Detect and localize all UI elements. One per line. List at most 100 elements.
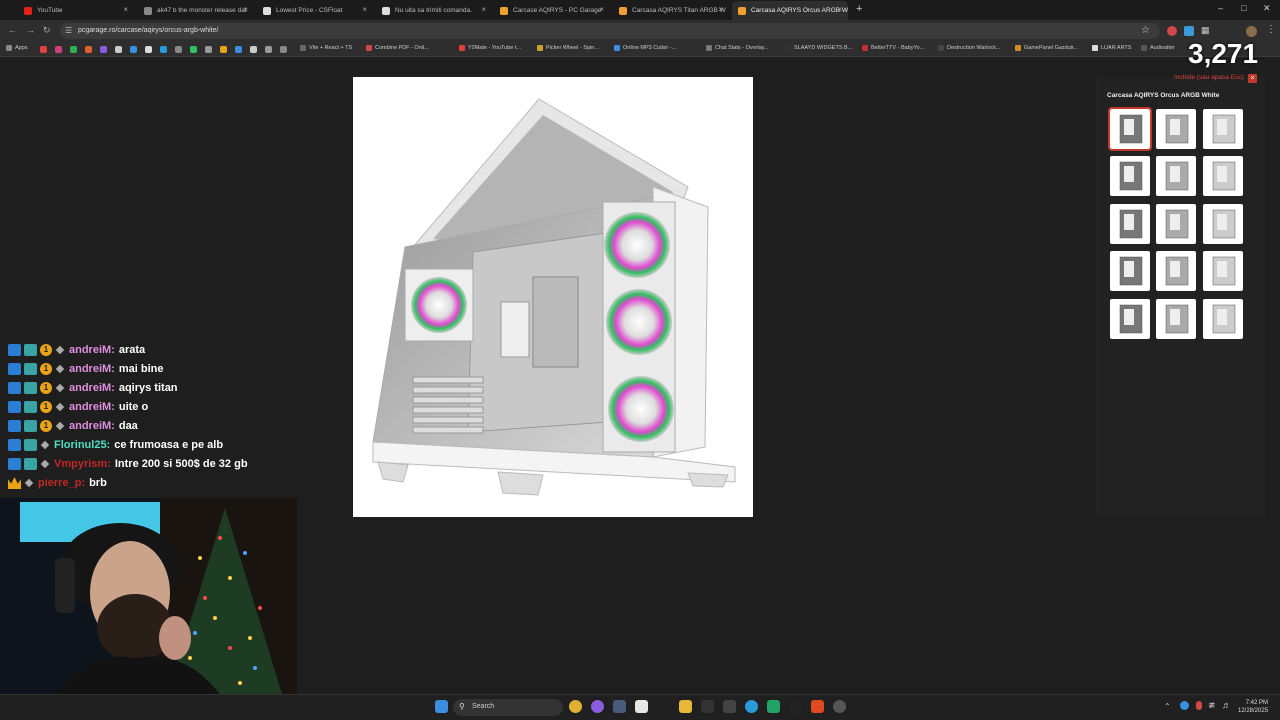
gallery-thumbnail[interactable] [1203,251,1243,291]
bookmark-icon[interactable] [250,46,257,53]
bookmark-icon[interactable] [70,46,77,53]
bookmark-item[interactable]: Apps [6,45,28,51]
address-bar[interactable] [60,23,1160,39]
edge-icon[interactable] [745,700,758,713]
tab-close-icon[interactable]: × [123,5,128,14]
gallery-thumbnail[interactable] [1156,156,1196,196]
gallery-thumbnail[interactable] [1156,251,1196,291]
bookmark-icon[interactable] [280,46,287,53]
gallery-thumbnail[interactable] [1156,109,1196,149]
bookmark-item[interactable]: Online MP3 Cutter -... [614,45,676,51]
browser-tab[interactable]: ak47 b the monster release dat × [138,1,254,20]
gallery-thumbnail[interactable] [1110,251,1150,291]
bookmark-icon[interactable] [160,46,167,53]
bookmark-icon[interactable] [205,46,212,53]
gallery-thumbnail[interactable] [1203,299,1243,339]
bookmark-icon[interactable] [55,46,62,53]
browser-tab[interactable]: Lowest Price - CSFloat × [257,1,373,20]
app-icon[interactable] [789,700,802,713]
gallery-thumbnail[interactable] [1108,107,1152,151]
bookmark-icon[interactable] [85,46,92,53]
extension-icon[interactable] [1184,26,1194,36]
reload-icon[interactable]: ↻ [43,25,51,36]
close-window-icon[interactable]: ✕ [1263,3,1271,14]
browser-tab[interactable]: Carcasa AQIRYS Titan ARGB W × [613,1,729,20]
forward-icon[interactable]: → [26,25,35,35]
volume-icon[interactable]: ♬ [1222,700,1231,710]
minimize-icon[interactable]: – [1218,3,1223,13]
gallery-thumbnail[interactable] [1110,299,1150,339]
bookmark-icon[interactable] [130,46,137,53]
system-clock[interactable]: 7:42 PM 12/28/2025 [1238,699,1268,715]
site-info-icon[interactable]: ☰ [65,26,72,35]
extension-icon[interactable] [1167,26,1177,36]
bookmark-icon[interactable] [145,46,152,53]
steam-icon[interactable] [613,700,626,713]
bookmark-item[interactable]: Chat Stats - Overlay... [706,45,769,51]
tab-close-icon[interactable]: × [243,5,248,14]
extensions-puzzle-icon[interactable]: ▦ [1201,25,1210,36]
maximize-icon[interactable]: □ [1241,3,1246,13]
bookmark-item[interactable]: Audioalter [1141,45,1175,51]
browser-tab[interactable]: Carcasa AQIRYS Orcus ARGB W × [732,1,848,20]
app-icon[interactable] [635,700,648,713]
app-icon[interactable] [723,700,736,713]
bookmark-icon[interactable] [115,46,122,53]
tab-close-icon[interactable]: × [718,5,723,14]
start-button-icon[interactable] [435,700,448,713]
tab-close-icon[interactable]: × [837,5,842,14]
file-explorer-icon[interactable] [679,700,692,713]
bookmark-icon[interactable] [175,46,182,53]
tab-close-icon[interactable]: × [599,5,604,14]
close-gallery-button[interactable]: × [1248,74,1257,83]
bookmark-item[interactable]: Y2Mate - YouTube t... [459,45,521,51]
network-icon[interactable] [1180,701,1189,710]
gallery-thumbnail[interactable] [1156,204,1196,244]
app-icon[interactable] [701,700,714,713]
bookmark-item[interactable]: Picker Wheel - Spin... [537,45,599,51]
menu-icon[interactable]: ⋮ [1266,24,1276,35]
excel-icon[interactable] [767,700,780,713]
bookmark-icon[interactable] [190,46,197,53]
bookmark-item[interactable]: Destruction Warlock... [938,45,1001,51]
tab-close-icon[interactable]: × [481,5,486,14]
chrome-icon[interactable] [569,700,582,713]
back-icon[interactable]: ← [8,25,17,35]
gallery-thumbnail[interactable] [1110,204,1150,244]
close-hint-text[interactable]: Inchide (sau apasa Esc) [1174,74,1244,81]
new-tab-button[interactable]: + [856,3,862,15]
mic-icon[interactable] [1196,701,1202,710]
discord-icon[interactable] [591,700,604,713]
gallery-thumbnail[interactable] [1110,156,1150,196]
tray-chevron-icon[interactable]: ⌃ [1164,702,1171,711]
obs-icon[interactable] [833,700,846,713]
bookmark-item[interactable]: SLAAYD WIDGETS B... [785,45,852,51]
brave-icon[interactable] [811,700,824,713]
profile-icon[interactable] [1246,26,1257,37]
bookmark-item[interactable]: LUAR ARTS [1092,45,1131,51]
badge-icon [8,344,21,356]
browser-tab[interactable]: YouTube × [18,1,134,20]
bookmark-item[interactable]: BetterTTV - BabyYo... [862,45,924,51]
taskbar-search-label[interactable]: Search [472,703,494,710]
bookmark-item[interactable]: Combine PDF - Onli... [366,45,429,51]
bookmark-icon[interactable] [235,46,242,53]
url-text[interactable]: pcgarage.ro/carcase/aqirys/orcus-argb-wh… [78,27,218,34]
bookmark-icon[interactable] [40,46,47,53]
bookmark-icon[interactable] [265,46,272,53]
browser-tab[interactable]: Carcase AQIRYS - PC Garage × [494,1,610,20]
wifi-icon[interactable]: ≇ [1208,700,1216,711]
bookmark-icon[interactable] [220,46,227,53]
gallery-thumbnail[interactable] [1203,204,1243,244]
bookmark-item[interactable]: Vite + React + TS [300,45,352,51]
gallery-thumbnail[interactable] [1203,156,1243,196]
gallery-thumbnail[interactable] [1156,299,1196,339]
gallery-thumbnail[interactable] [1203,109,1243,149]
bookmark-item[interactable]: GamePanel Gazduir... [1015,45,1078,51]
product-image[interactable] [353,77,753,517]
tab-close-icon[interactable]: × [362,5,367,14]
taskbar-search-box[interactable] [453,699,563,716]
bookmark-icon[interactable] [100,46,107,53]
browser-tab[interactable]: Nu uita sa trimiti comanda. × [376,1,492,20]
bookmark-star-icon[interactable]: ☆ [1141,25,1150,36]
